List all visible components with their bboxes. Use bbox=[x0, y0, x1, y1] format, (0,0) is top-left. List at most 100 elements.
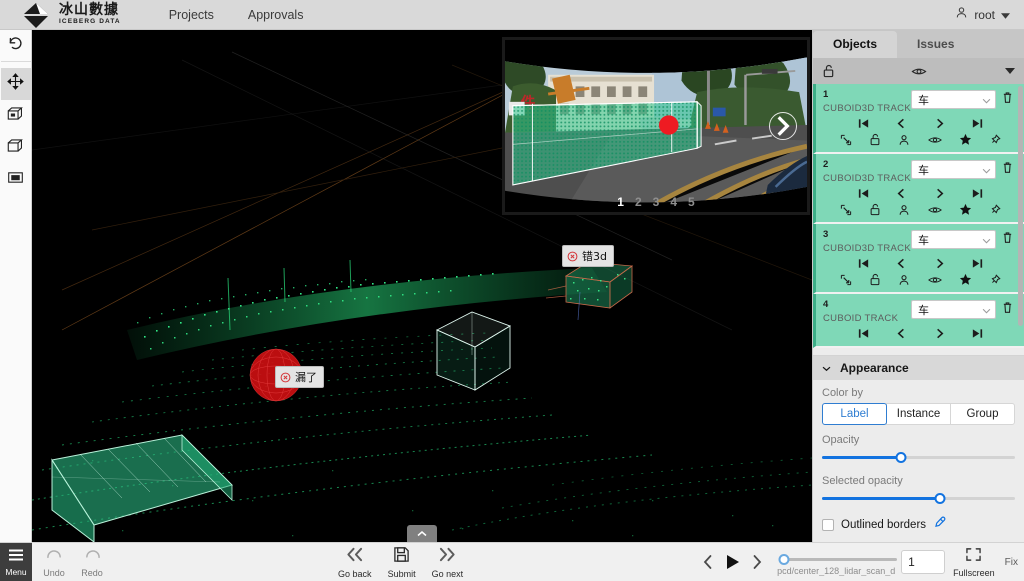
skip-to-end-icon[interactable] bbox=[971, 327, 984, 340]
pointcloud-canvas[interactable]: 错3d 漏了 bbox=[32, 30, 812, 542]
selected-opacity-slider[interactable] bbox=[822, 491, 1015, 507]
outlined-borders-checkbox[interactable] bbox=[822, 519, 834, 531]
chevron-right-icon[interactable] bbox=[933, 187, 946, 200]
eye-icon[interactable] bbox=[928, 205, 942, 215]
object-label-select[interactable]: 车 bbox=[911, 230, 996, 249]
outlined-borders-label: Outlined borders bbox=[841, 519, 926, 531]
chevron-left-icon[interactable] bbox=[895, 187, 908, 200]
chevron-right-icon[interactable] bbox=[933, 257, 946, 270]
camera-num-3[interactable]: 3 bbox=[653, 195, 660, 209]
color-by-group-option[interactable]: Group bbox=[950, 403, 1015, 425]
submit-button[interactable]: Submit bbox=[384, 546, 420, 579]
pin-icon[interactable] bbox=[989, 274, 1001, 286]
bottom-left-group: Undo Redo bbox=[32, 543, 109, 581]
go-next-button[interactable]: Go next bbox=[428, 546, 468, 579]
nav-projects[interactable]: Projects bbox=[169, 8, 214, 22]
camera-num-1[interactable]: 1 bbox=[617, 195, 624, 209]
chevron-right-icon[interactable] bbox=[933, 117, 946, 130]
unlock-icon[interactable] bbox=[869, 203, 881, 216]
unlock-icon[interactable] bbox=[869, 133, 881, 146]
tab-objects[interactable]: Objects bbox=[813, 31, 897, 58]
menu-button[interactable]: Menu bbox=[0, 543, 32, 581]
unlock-icon[interactable] bbox=[822, 64, 835, 78]
color-by-label-option[interactable]: Label bbox=[822, 403, 887, 425]
color-by-instance-option[interactable]: Instance bbox=[886, 403, 951, 425]
image-tool[interactable] bbox=[1, 164, 31, 196]
delete-object-button[interactable] bbox=[996, 231, 1018, 244]
frame-slider-knob[interactable] bbox=[779, 554, 790, 565]
skip-to-end-icon[interactable] bbox=[971, 187, 984, 200]
person-icon[interactable] bbox=[898, 134, 910, 146]
star-filled-icon[interactable] bbox=[959, 203, 972, 216]
eyedropper-icon[interactable] bbox=[933, 516, 946, 534]
appearance-header[interactable]: Appearance bbox=[813, 356, 1024, 380]
unlock-icon[interactable] bbox=[869, 273, 881, 286]
pin-icon[interactable] bbox=[989, 204, 1001, 216]
redo-button[interactable]: Redo bbox=[75, 547, 109, 578]
frame-slider[interactable]: pcd/center_128_lidar_scan_d bbox=[777, 547, 897, 577]
opacity-slider-knob[interactable] bbox=[896, 452, 907, 463]
object-row[interactable]: 3 CUBOID3D TRACK 车 bbox=[813, 224, 1024, 294]
skip-to-start-icon[interactable] bbox=[857, 257, 870, 270]
opacity-slider[interactable] bbox=[822, 450, 1015, 466]
chevron-left-icon[interactable] bbox=[895, 327, 908, 340]
scene-label-chip[interactable]: 漏了 bbox=[275, 366, 324, 388]
eye-icon[interactable] bbox=[911, 66, 926, 77]
object-row[interactable]: 2 CUBOID3D TRACK 车 bbox=[813, 154, 1024, 224]
cursor-select-icon[interactable] bbox=[840, 204, 852, 216]
selected-opacity-slider-knob[interactable] bbox=[934, 493, 945, 504]
move-tool[interactable] bbox=[1, 68, 31, 100]
chevron-left-icon[interactable] bbox=[895, 257, 908, 270]
cuboid-front-tool[interactable] bbox=[1, 100, 31, 132]
play-icon[interactable] bbox=[724, 553, 741, 571]
user-menu[interactable]: root bbox=[955, 6, 1010, 24]
brand-logo[interactable]: 冰山數據 ICEBERG DATA bbox=[0, 2, 121, 28]
fullscreen-button[interactable]: Fullscreen bbox=[949, 547, 999, 578]
frame-number-input[interactable] bbox=[901, 550, 945, 574]
person-icon[interactable] bbox=[898, 204, 910, 216]
camera-num-5[interactable]: 5 bbox=[688, 195, 695, 209]
circle-x-icon bbox=[567, 251, 578, 262]
delete-object-button[interactable] bbox=[996, 301, 1018, 314]
go-back-button[interactable]: Go back bbox=[334, 546, 376, 579]
appearance-title: Appearance bbox=[840, 361, 909, 375]
star-filled-icon[interactable] bbox=[959, 273, 972, 286]
camera-next-button[interactable] bbox=[769, 112, 797, 140]
camera-num-4[interactable]: 4 bbox=[670, 195, 677, 209]
cuboid-tool[interactable] bbox=[1, 132, 31, 164]
tab-issues[interactable]: Issues bbox=[897, 31, 974, 58]
object-label-select[interactable]: 车 bbox=[911, 90, 996, 109]
reset-view-tool[interactable] bbox=[1, 30, 31, 62]
object-list-scrollbar[interactable] bbox=[1018, 86, 1023, 326]
canvas-collapse-button[interactable] bbox=[407, 525, 437, 542]
chevron-right-icon[interactable] bbox=[749, 553, 765, 571]
undo-button[interactable]: Undo bbox=[37, 547, 71, 578]
pin-icon[interactable] bbox=[989, 134, 1001, 146]
object-row[interactable]: 4 CUBOID TRACK 车 bbox=[813, 294, 1024, 348]
skip-to-end-icon[interactable] bbox=[971, 117, 984, 130]
person-icon[interactable] bbox=[898, 274, 910, 286]
chevron-right-icon[interactable] bbox=[933, 327, 946, 340]
eye-icon[interactable] bbox=[928, 135, 942, 145]
object-row[interactable]: 1 CUBOID3D TRACK 车 bbox=[813, 84, 1024, 154]
object-label-select[interactable]: 车 bbox=[911, 300, 996, 319]
skip-to-start-icon[interactable] bbox=[857, 327, 870, 340]
camera-preview-panel[interactable]: 件 bbox=[502, 37, 810, 215]
nav-approvals[interactable]: Approvals bbox=[248, 8, 304, 22]
chevron-left-icon[interactable] bbox=[895, 117, 908, 130]
cursor-select-icon[interactable] bbox=[840, 134, 852, 146]
caret-down-icon[interactable] bbox=[1005, 68, 1015, 74]
chevron-left-icon[interactable] bbox=[700, 553, 716, 571]
skip-to-start-icon[interactable] bbox=[857, 187, 870, 200]
camera-num-2[interactable]: 2 bbox=[635, 195, 642, 209]
eye-icon[interactable] bbox=[928, 275, 942, 285]
object-label-select[interactable]: 车 bbox=[911, 160, 996, 179]
object-list[interactable]: 1 CUBOID3D TRACK 车 bbox=[813, 84, 1024, 355]
skip-to-end-icon[interactable] bbox=[971, 257, 984, 270]
scene-label-chip[interactable]: 错3d bbox=[562, 245, 614, 267]
skip-to-start-icon[interactable] bbox=[857, 117, 870, 130]
delete-object-button[interactable] bbox=[996, 161, 1018, 174]
cursor-select-icon[interactable] bbox=[840, 274, 852, 286]
delete-object-button[interactable] bbox=[996, 91, 1018, 104]
star-filled-icon[interactable] bbox=[959, 133, 972, 146]
